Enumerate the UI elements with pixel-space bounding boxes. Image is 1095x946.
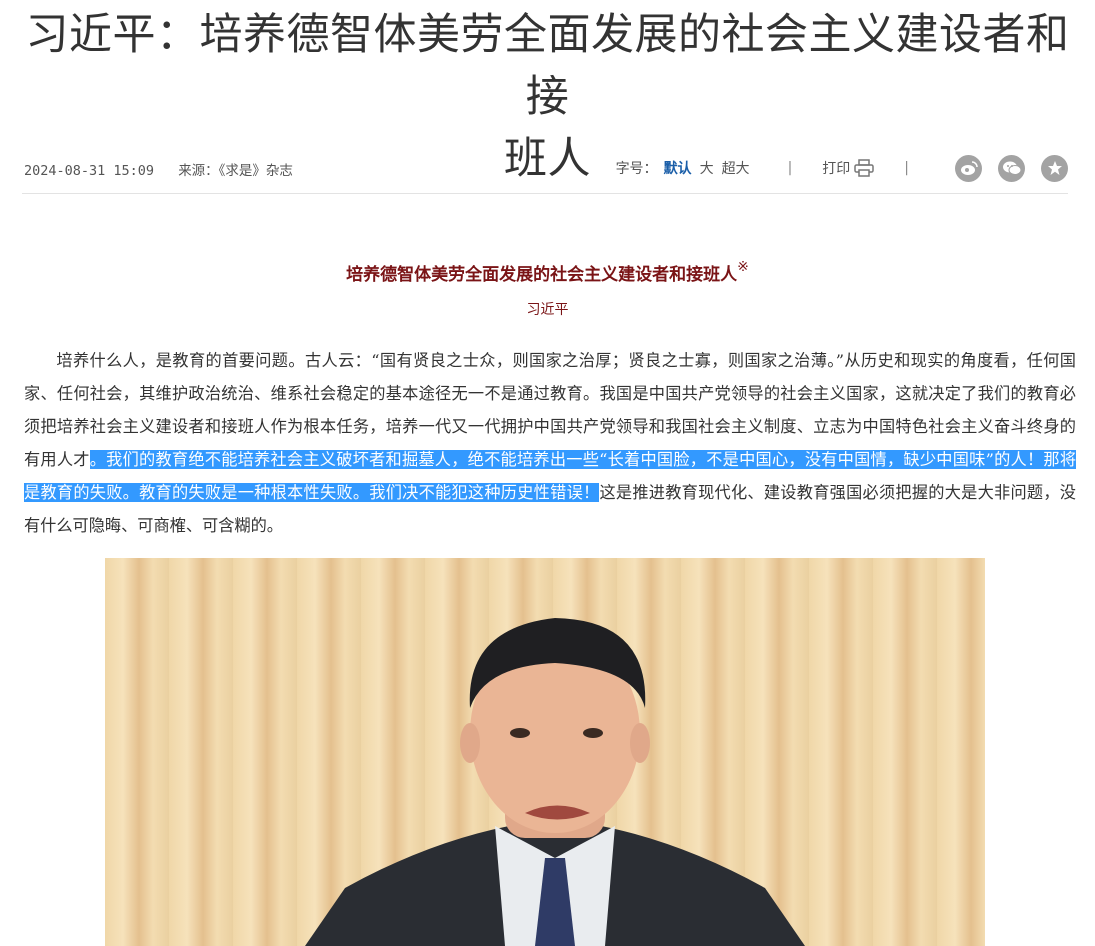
article-subtitle: 培养德智体美劳全面发展的社会主义建设者和接班人※ bbox=[0, 259, 1095, 285]
divider: | bbox=[904, 160, 909, 176]
article-photo bbox=[105, 558, 985, 946]
favorite-icon[interactable] bbox=[1041, 154, 1068, 182]
print-label: 打印 bbox=[822, 161, 851, 177]
font-size-large[interactable]: 大 bbox=[700, 158, 714, 178]
header-divider bbox=[22, 193, 1068, 194]
article-author: 习近平 bbox=[526, 302, 569, 318]
font-size-xlarge[interactable]: 超大 bbox=[722, 158, 750, 178]
article-source: 来源：《求是》杂志 bbox=[178, 163, 293, 179]
divider: | bbox=[787, 160, 793, 176]
publish-date: 2024-08-31 15:09 bbox=[24, 163, 155, 179]
article-meta-bar: 2024-08-31 15:09 来源：《求是》杂志 字号： 默认 大 超大 |… bbox=[24, 150, 1068, 186]
article-title-line1: 习近平：培养德智体美劳全面发展的社会主义建设者和接 bbox=[25, 10, 1070, 122]
print-button[interactable]: 打印 bbox=[822, 158, 875, 178]
font-size-default[interactable]: 默认 bbox=[664, 158, 692, 178]
article-paragraph: 培养什么人，是教育的首要问题。古人云：“国有贤良之士众，则国家之治厚；贤良之士寡… bbox=[24, 344, 1077, 542]
wechat-icon[interactable] bbox=[998, 154, 1025, 182]
font-size-label: 字号： bbox=[615, 161, 658, 177]
article-info: 2024-08-31 15:09 来源：《求是》杂志 bbox=[24, 159, 309, 179]
printer-icon bbox=[854, 159, 875, 177]
weibo-icon[interactable] bbox=[955, 154, 982, 182]
article-tools: 字号： 默认 大 超大 | 打印 | bbox=[616, 150, 1068, 186]
speaker-portrait bbox=[305, 618, 805, 946]
footnote-mark[interactable]: ※ bbox=[737, 259, 749, 275]
subtitle-text: 培养德智体美劳全面发展的社会主义建设者和接班人 bbox=[346, 265, 738, 285]
